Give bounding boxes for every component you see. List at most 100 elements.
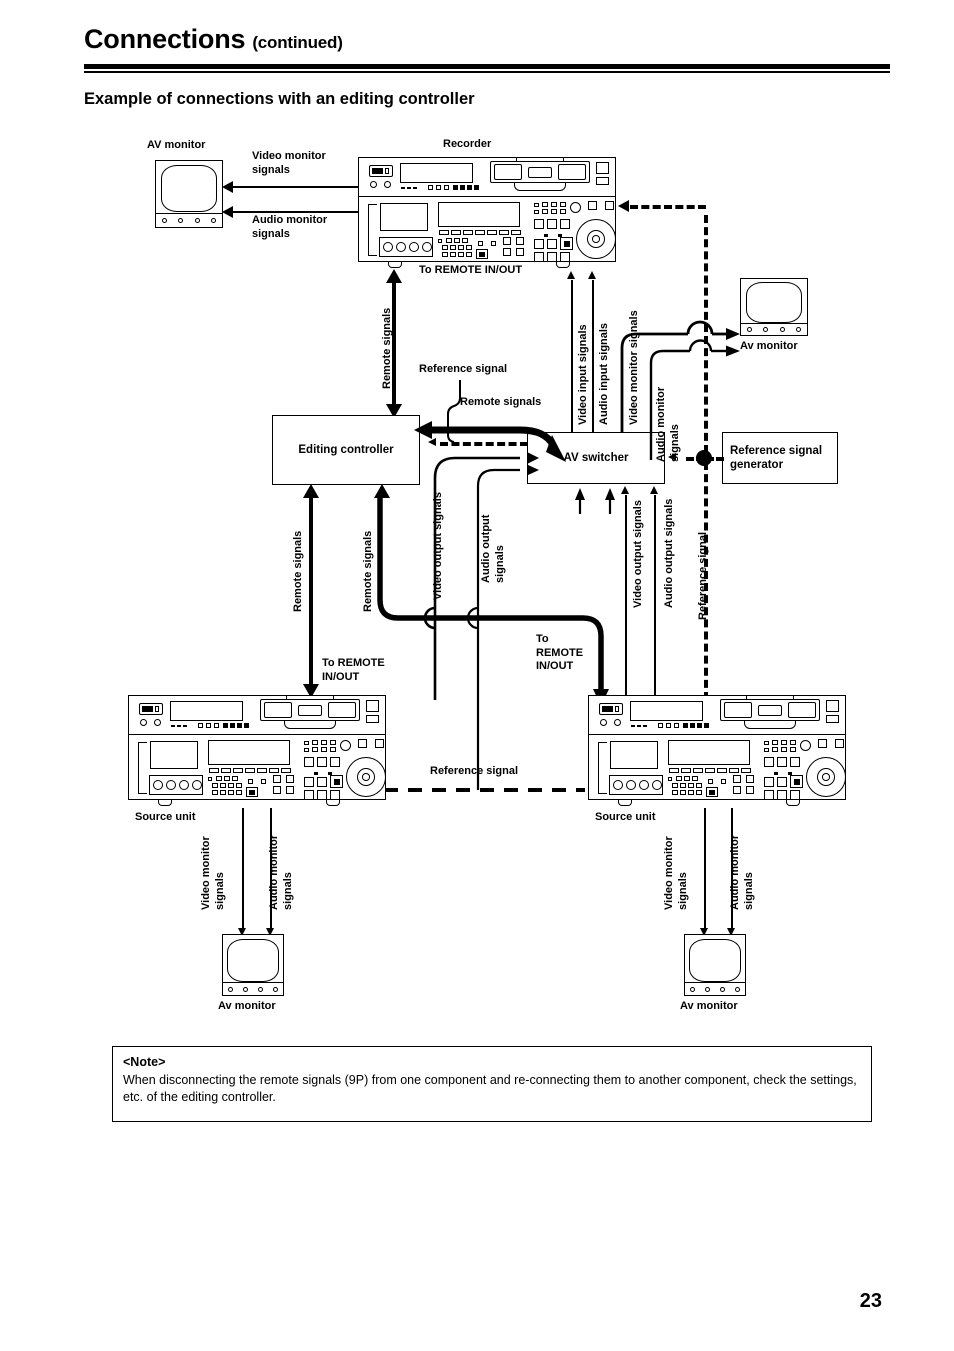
audio-knob[interactable]	[652, 780, 662, 790]
page-title: Connections (continued)	[84, 24, 343, 55]
shuttle-enable-button[interactable]	[790, 775, 803, 788]
arrow-remote-left-up	[303, 484, 319, 498]
section-title: Example of connections with an editing c…	[84, 90, 475, 108]
line-audio-monitor-top	[233, 211, 358, 213]
label-video-input-signals: Video input signals	[577, 324, 589, 425]
audio-knob[interactable]	[383, 242, 393, 252]
shuttle-enable-button[interactable]	[330, 775, 343, 788]
audio-knob[interactable]	[192, 780, 202, 790]
reference-signal-generator-label: Reference signal generator	[730, 445, 823, 471]
jog-shuttle-dial[interactable]	[806, 757, 846, 797]
eject-button[interactable]	[826, 700, 839, 712]
label-reference-signal-editor: Reference signal	[419, 363, 508, 375]
dashed-reference-top	[630, 205, 706, 209]
page-title-continued: (continued)	[252, 33, 343, 52]
eject-button[interactable]	[366, 700, 379, 712]
audio-knob[interactable]	[422, 242, 432, 252]
arrow-audio-monitor-top	[222, 206, 233, 218]
video-preview-screen	[380, 203, 428, 231]
label-audio-monitor-signals-bottom-right: Audio monitor signals	[729, 834, 755, 910]
av-switcher-label: AV switcher	[563, 452, 629, 464]
manual-page: Connections (continued) Example of connec…	[0, 0, 954, 1351]
jog-shuttle-dial[interactable]	[346, 757, 386, 797]
av-switcher-box: AV switcher	[527, 432, 665, 484]
rec-button[interactable]	[570, 202, 581, 213]
label-reference-signal-bottom: Reference signal	[430, 765, 519, 777]
monitor-screen	[745, 282, 803, 323]
line-audio-output-right	[654, 495, 656, 700]
cassette-handle	[744, 720, 796, 729]
power-switch-icon	[599, 703, 623, 715]
monitor-screen	[160, 164, 218, 213]
play-button[interactable]	[476, 249, 488, 259]
label-video-output-signals-right: Video output signals	[632, 500, 644, 608]
play-button[interactable]	[246, 787, 258, 797]
power-switch-icon	[139, 703, 163, 715]
dashed-reference-bus-upper	[704, 215, 708, 453]
line-audio-monitor-bottom-right	[731, 808, 733, 930]
note-title: <Note>	[123, 1055, 166, 1069]
function-button[interactable]	[826, 715, 839, 723]
reference-signal-generator-box: Reference signal generator	[722, 432, 838, 484]
rec-button[interactable]	[800, 740, 811, 751]
audio-knob[interactable]	[179, 780, 189, 790]
label-av-monitor-top-left: AV monitor	[147, 139, 206, 151]
label-video-monitor-signals-switcher: Video monitor signals	[628, 310, 640, 425]
audio-knob[interactable]	[613, 780, 623, 790]
dashed-reference-to-editor	[440, 442, 528, 446]
arrow-audio-output-right-up	[650, 486, 658, 494]
audio-knob[interactable]	[396, 242, 406, 252]
main-display	[438, 202, 520, 227]
label-audio-monitor-signals-top: Audio monitor signals	[252, 214, 328, 240]
monitor-base	[223, 982, 283, 995]
page-title-main: Connections	[84, 24, 246, 54]
arrow-video-input-up	[567, 271, 575, 279]
audio-knob[interactable]	[166, 780, 176, 790]
indicator-lamp-icon	[370, 181, 377, 188]
line-video-monitor-top	[233, 186, 358, 188]
monitor-screen	[689, 938, 741, 982]
label-remote-signals-switcher-down: Remote signals	[362, 530, 374, 612]
label-video-monitor-signals-top: Video monitor signals	[252, 150, 326, 176]
shuttle-enable-button[interactable]	[560, 237, 573, 250]
arrow-remote-up	[386, 269, 402, 283]
function-button[interactable]	[366, 715, 379, 723]
label-av-monitor-right: Av monitor	[740, 340, 798, 352]
label-reference-signal-vertical: Reference signal	[697, 531, 709, 620]
audio-knob[interactable]	[409, 242, 419, 252]
indicator-lamp-icon	[384, 181, 391, 188]
source-unit-left-vtr	[128, 695, 386, 806]
label-remote-signals-switcher: Remote signals	[460, 396, 542, 408]
audio-knob[interactable]	[153, 780, 163, 790]
arrow-video-output-right-up	[621, 486, 629, 494]
main-display	[668, 740, 750, 765]
source-unit-right-vtr	[588, 695, 846, 806]
monitor-base	[156, 212, 222, 227]
arrow-reference-to-editor	[428, 437, 436, 446]
video-preview-screen	[610, 741, 658, 769]
video-preview-screen	[150, 741, 198, 769]
cassette-handle	[284, 720, 336, 729]
editing-controller-label: Editing controller	[298, 444, 394, 456]
line-video-output-right	[625, 495, 627, 700]
panel-divider	[368, 204, 377, 256]
jog-shuttle-dial[interactable]	[576, 219, 616, 259]
label-remote-signals-recorder: Remote signals	[381, 307, 393, 389]
rec-button[interactable]	[340, 740, 351, 751]
function-button[interactable]	[596, 177, 609, 185]
label-to-remote-in-out-left: To REMOTE IN/OUT	[322, 657, 385, 683]
audio-knob[interactable]	[626, 780, 636, 790]
title-rule-thick	[84, 64, 890, 69]
audio-knob[interactable]	[639, 780, 649, 790]
av-monitor-top-left	[155, 160, 223, 228]
monitor-base	[741, 322, 807, 335]
line-remote-left-source	[309, 495, 313, 685]
label-audio-output-signals-left: Audio output signals	[480, 514, 506, 583]
eject-button[interactable]	[596, 162, 609, 174]
arrow-video-monitor-top	[222, 181, 233, 193]
play-button[interactable]	[706, 787, 718, 797]
line-audio-monitor-bottom-left	[270, 808, 272, 930]
av-monitor-bottom-right	[684, 934, 746, 996]
cassette-handle	[514, 182, 566, 191]
label-to-remote-in-out-recorder: To REMOTE IN/OUT	[419, 264, 523, 276]
